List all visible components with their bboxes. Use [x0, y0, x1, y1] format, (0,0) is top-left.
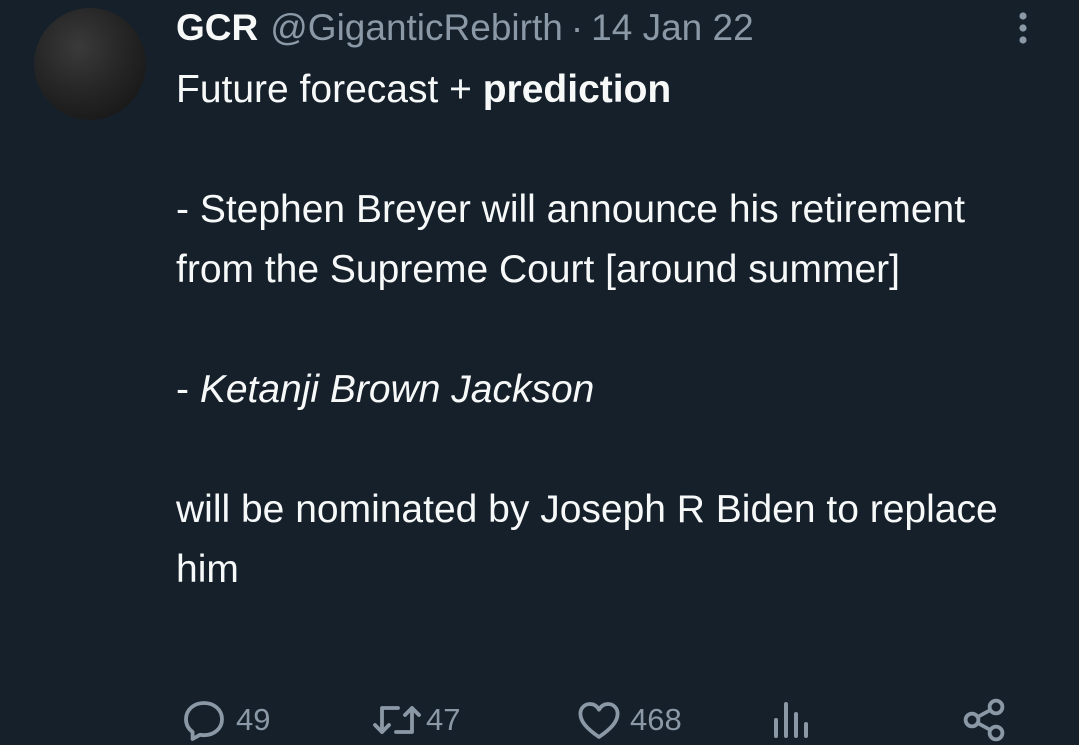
tweet-paragraph-2: - Stephen Breyer will announce his retir…	[176, 188, 966, 291]
avatar[interactable]	[34, 8, 146, 120]
tweet: GCR @GiganticRebirth · 14 Jan 22 Future …	[0, 0, 1079, 745]
action-bar: 49 47 468	[0, 695, 1079, 745]
tweet-paragraph-3-italic: Ketanji Brown Jackson	[199, 368, 595, 411]
like-button[interactable]: 468	[576, 695, 682, 745]
reply-icon	[184, 701, 224, 741]
tweet-date[interactable]: 14 Jan 22	[591, 7, 754, 49]
share-icon	[963, 698, 1005, 742]
tweet-line-1: Future forecast + prediction	[176, 60, 1036, 120]
retweet-count: 47	[426, 702, 461, 737]
tweet-paragraph-4: will be nominated by Joseph R Biden to r…	[176, 488, 998, 591]
retweet-icon	[373, 706, 421, 734]
tweet-header: GCR @GiganticRebirth · 14 Jan 22	[176, 2, 754, 54]
tweet-line-1-bold: prediction	[482, 68, 672, 111]
separator-dot: ·	[570, 7, 584, 48]
tweet-line-1-text: Future forecast +	[176, 68, 483, 111]
author-name[interactable]: GCR	[176, 7, 258, 49]
heart-icon	[578, 702, 620, 739]
tweet-paragraph-3: - Ketanji Brown Jackson	[176, 360, 1036, 420]
views-button[interactable]	[770, 695, 810, 745]
views-icon	[774, 702, 808, 738]
retweet-button[interactable]: 47	[370, 695, 460, 745]
more-vertical-icon[interactable]	[1010, 8, 1036, 48]
like-count: 468	[630, 702, 682, 737]
reply-button[interactable]: 49	[180, 695, 270, 745]
share-button[interactable]	[962, 695, 1008, 745]
reply-count: 49	[236, 702, 271, 737]
author-handle[interactable]: @GiganticRebirth	[270, 7, 563, 49]
tweet-paragraph-3-prefix: -	[176, 368, 200, 411]
tweet-body: Future forecast + prediction - Stephen B…	[176, 60, 1036, 600]
